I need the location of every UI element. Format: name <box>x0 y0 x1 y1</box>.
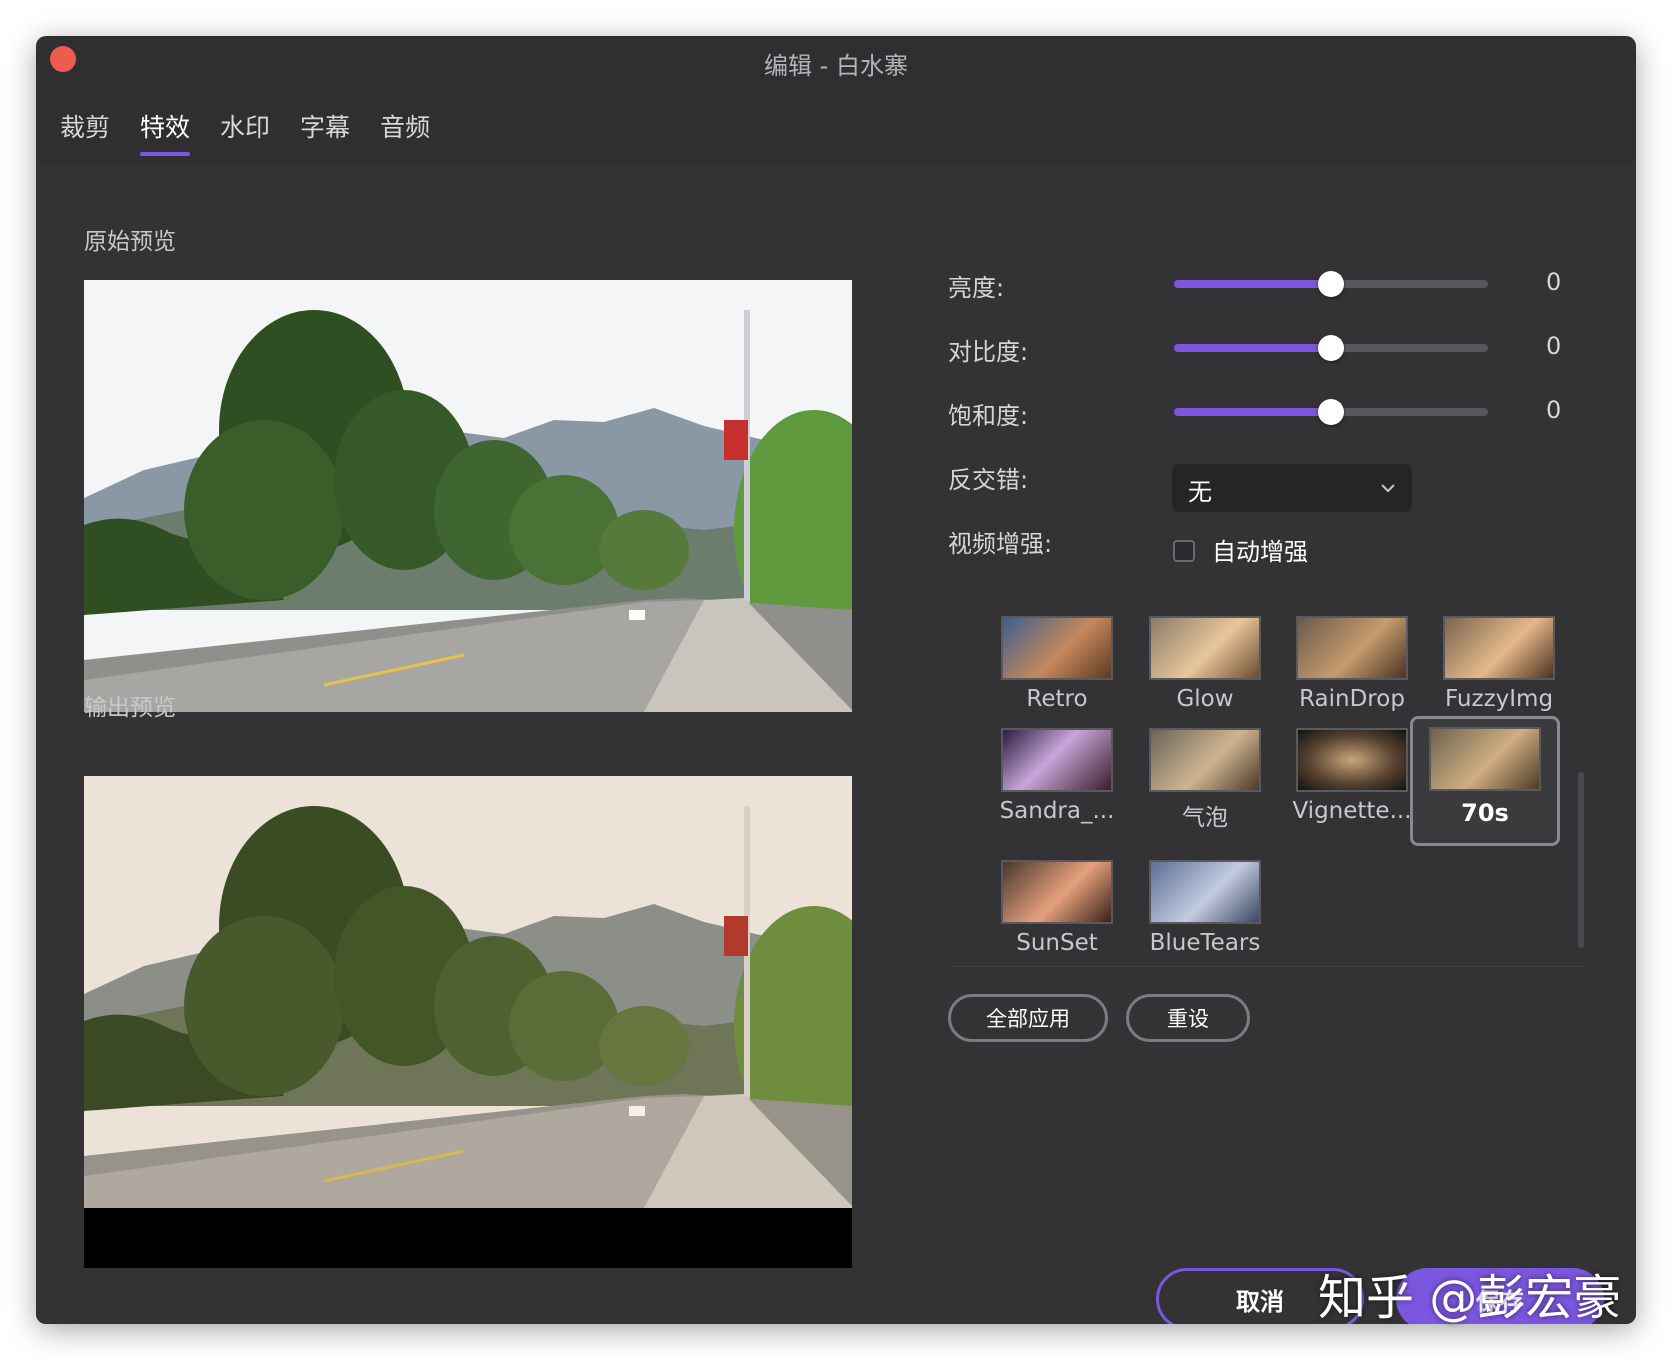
effects-divider <box>948 966 1588 967</box>
brightness-slider-thumb[interactable] <box>1318 271 1344 297</box>
output-preview-image <box>84 776 852 1268</box>
effect-bubbles-label: 气泡 <box>1182 805 1228 831</box>
contrast-label: 对比度: <box>948 338 1029 366</box>
effect-70s-label: 70s <box>1461 799 1509 827</box>
tab-subtitles[interactable]: 字幕 <box>300 108 350 154</box>
effect-retro[interactable]: Retro <box>982 616 1132 712</box>
saturation-value: 0 <box>1546 396 1562 424</box>
effect-fuzzyimg-thumbnail <box>1443 616 1555 680</box>
effects-scrollbar[interactable] <box>1578 772 1584 948</box>
deinterlace-dropdown[interactable]: 无 <box>1172 464 1412 512</box>
effect-glow[interactable]: Glow <box>1130 616 1280 712</box>
output-preview-label: 输出预览 <box>84 695 176 721</box>
title-bar: 编辑 - 白水寨 <box>36 36 1636 92</box>
contrast-slider-thumb[interactable] <box>1318 335 1344 361</box>
contrast-slider[interactable] <box>1174 335 1488 361</box>
edit-dialog: 编辑 - 白水寨 裁剪 特效 水印 字幕 音频 原始预览 输出预览 亮度: 0 … <box>36 36 1636 1324</box>
effect-bluetears-thumbnail <box>1149 860 1261 924</box>
effect-vignette-label: Vignette... <box>1292 798 1412 824</box>
contrast-slider-fill <box>1174 344 1331 352</box>
effect-70s-thumbnail <box>1429 727 1541 791</box>
contrast-value: 0 <box>1546 332 1562 360</box>
effect-bluetears-label: BlueTears <box>1149 930 1261 956</box>
brightness-slider[interactable] <box>1174 271 1488 297</box>
tab-watermark[interactable]: 水印 <box>220 108 270 154</box>
tab-effects[interactable]: 特效 <box>140 108 191 156</box>
effect-sandra[interactable]: Sandra_... <box>982 728 1132 824</box>
effect-retro-thumbnail <box>1001 616 1113 680</box>
effect-sandra-label: Sandra_... <box>999 798 1115 824</box>
tab-crop[interactable]: 裁剪 <box>60 108 110 154</box>
saturation-slider-thumb[interactable] <box>1318 399 1344 425</box>
apply-all-button[interactable]: 全部应用 <box>948 994 1108 1042</box>
original-preview-image <box>84 280 852 712</box>
effect-vignette[interactable]: Vignette... <box>1277 728 1427 824</box>
brightness-label: 亮度: <box>948 274 1005 302</box>
effect-glow-thumbnail <box>1149 616 1261 680</box>
effect-retro-label: Retro <box>1026 686 1088 712</box>
effect-glow-label: Glow <box>1176 686 1234 712</box>
deinterlace-selected-value: 无 <box>1188 478 1212 506</box>
effect-vignette-thumbnail <box>1296 728 1408 792</box>
zhihu-watermark: 知乎 @彭宏豪 <box>1318 1270 1622 1326</box>
effect-sunset-label: SunSet <box>1016 930 1098 956</box>
saturation-label: 饱和度: <box>948 402 1029 430</box>
effect-bubbles-thumbnail <box>1149 728 1261 792</box>
effect-raindrop[interactable]: RainDrop <box>1277 616 1427 712</box>
effect-sunset[interactable]: SunSet <box>982 860 1132 956</box>
effect-70s[interactable]: 70s <box>1410 716 1560 846</box>
effect-sandra-thumbnail <box>1001 728 1113 792</box>
effect-raindrop-label: RainDrop <box>1299 686 1405 712</box>
saturation-slider[interactable] <box>1174 399 1488 425</box>
effects-panel: 原始预览 输出预览 亮度: 0 对比度: 0 饱和度: 0 反交错: 无 视频增… <box>36 164 1636 1324</box>
reset-button[interactable]: 重设 <box>1126 994 1250 1042</box>
video-enhance-label: 视频增强: <box>948 530 1053 558</box>
tab-audio[interactable]: 音频 <box>380 108 430 154</box>
deinterlace-label: 反交错: <box>948 466 1029 494</box>
auto-enhance-checkbox[interactable] <box>1173 540 1195 562</box>
brightness-slider-fill <box>1174 280 1331 288</box>
auto-enhance-label[interactable]: 自动增强 <box>1212 532 1308 567</box>
tab-bar: 裁剪 特效 水印 字幕 音频 <box>60 108 430 156</box>
effect-fuzzyimg-label: FuzzyImg <box>1444 686 1554 712</box>
effect-bubbles[interactable]: 气泡 <box>1130 728 1280 832</box>
chevron-down-icon <box>1381 484 1395 493</box>
effect-sunset-thumbnail <box>1001 860 1113 924</box>
window-title: 编辑 - 白水寨 <box>764 52 908 80</box>
brightness-value: 0 <box>1546 268 1562 296</box>
saturation-slider-fill <box>1174 408 1331 416</box>
original-preview-label: 原始预览 <box>84 229 176 255</box>
effect-fuzzyimg[interactable]: FuzzyImg <box>1424 616 1574 712</box>
effect-raindrop-thumbnail <box>1296 616 1408 680</box>
effect-bluetears[interactable]: BlueTears <box>1130 860 1280 956</box>
